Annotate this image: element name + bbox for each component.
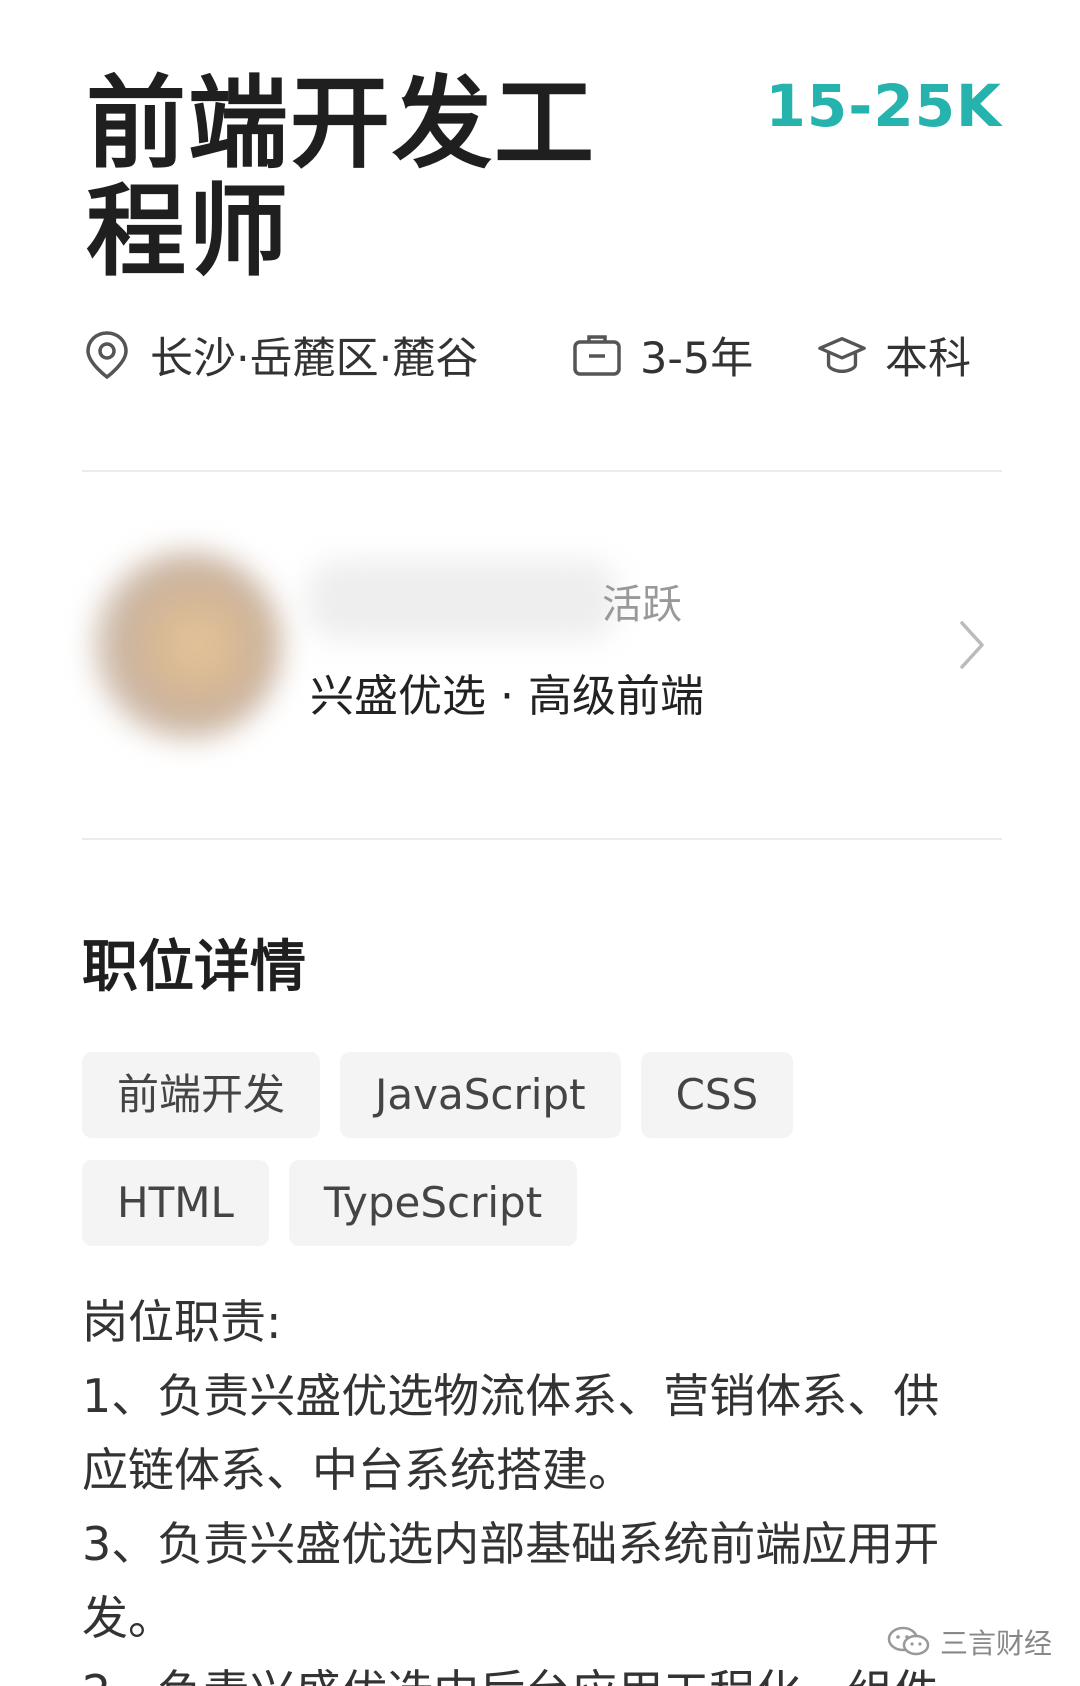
experience-text: 3-5年 bbox=[640, 334, 754, 384]
job-experience: 3-5年 bbox=[572, 324, 817, 386]
graduation-cap-icon bbox=[817, 330, 867, 380]
recruiter-card[interactable]: 活跃 兴盛优选 · 高级前端 bbox=[82, 520, 1002, 760]
divider bbox=[82, 838, 1002, 840]
job-title: 前端开发工程师 bbox=[86, 65, 596, 290]
recruiter-company-role: 兴盛优选 · 高级前端 bbox=[310, 671, 704, 722]
divider bbox=[82, 470, 1002, 472]
watermark: 三言财经 bbox=[886, 1622, 1052, 1662]
recruiter-name-fragment: 活跃 bbox=[602, 582, 682, 628]
skill-tag[interactable]: CSS bbox=[640, 1052, 794, 1138]
skill-tag[interactable]: JavaScript bbox=[340, 1052, 621, 1138]
watermark-text: 三言财经 bbox=[939, 1627, 1052, 1660]
skill-tag[interactable]: HTML bbox=[82, 1160, 269, 1246]
job-education: 本科 bbox=[817, 324, 971, 386]
description-line: 应链体系、中台系统搭建。 bbox=[82, 1443, 634, 1497]
chevron-right-icon[interactable] bbox=[952, 615, 992, 675]
description-line: 发。 bbox=[82, 1591, 174, 1645]
skill-tags: 前端开发 JavaScript CSS HTML TypeScript bbox=[82, 1052, 1002, 1268]
job-description: 岗位职责: 1、负责兴盛优选物流体系、营销体系、供 应链体系、中台系统搭建。 3… bbox=[82, 1285, 982, 1686]
section-title: 职位详情 bbox=[82, 935, 306, 1000]
job-location: 长沙·岳麓区·麓谷 bbox=[82, 324, 572, 386]
description-line: 1、负责兴盛优选物流体系、营销体系、供 bbox=[82, 1369, 940, 1423]
job-meta-row: 长沙·岳麓区·麓谷 3-5年 本科 bbox=[82, 320, 1002, 390]
education-text: 本科 bbox=[885, 334, 971, 384]
description-line: 2、负责兴盛优选中后台应用工程化、组件 bbox=[82, 1655, 982, 1686]
description-line: 3、负责兴盛优选内部基础系统前端应用开 bbox=[82, 1517, 940, 1571]
avatar[interactable] bbox=[92, 550, 282, 740]
wechat-icon bbox=[886, 1626, 932, 1658]
recruiter-name-blurred bbox=[307, 560, 617, 640]
salary-range: 15-25K bbox=[765, 72, 1002, 140]
skill-tag[interactable]: 前端开发 bbox=[82, 1052, 321, 1138]
location-text: 长沙·岳麓区·麓谷 bbox=[150, 334, 479, 384]
job-detail-page: 前端开发工程师 15-25K 长沙·岳麓区·麓谷 3-5年 本科 活跃 兴盛优选… bbox=[0, 0, 1080, 1686]
description-heading: 岗位职责: bbox=[82, 1295, 282, 1349]
skill-tag[interactable]: TypeScript bbox=[288, 1160, 578, 1246]
location-pin-icon bbox=[82, 330, 132, 380]
briefcase-icon bbox=[572, 330, 622, 380]
